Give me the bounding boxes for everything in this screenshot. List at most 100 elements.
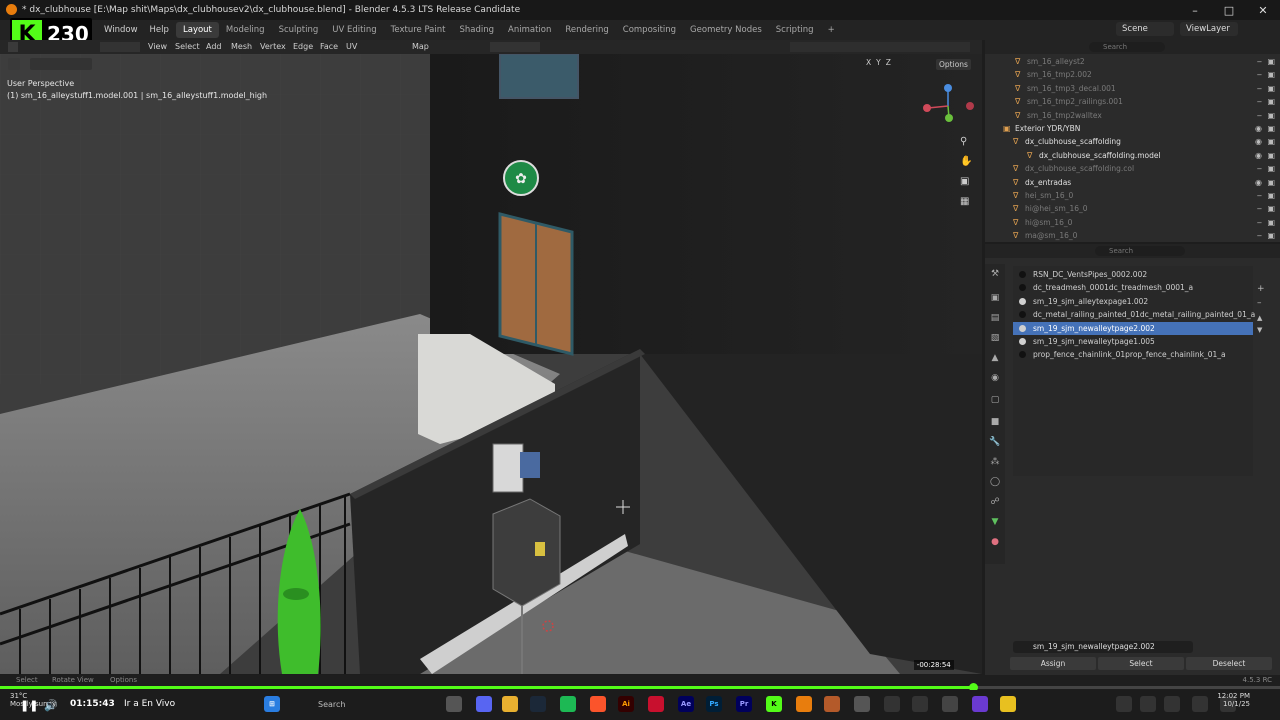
fullscreen-icon[interactable] bbox=[1192, 696, 1208, 712]
tab-shading[interactable]: Shading bbox=[452, 22, 501, 38]
render-camera-icon[interactable]: ▣ bbox=[1267, 109, 1275, 122]
render-camera-icon[interactable]: ▣ bbox=[1267, 202, 1275, 215]
render-tab-icon[interactable]: ▣ bbox=[989, 292, 1001, 304]
outliner-row[interactable]: ∇ sm_16_tmp2.002 ‒ ▣ bbox=[985, 68, 1280, 81]
render-camera-icon[interactable]: ▣ bbox=[1267, 122, 1275, 135]
tab-modeling[interactable]: Modeling bbox=[219, 22, 272, 38]
tab-uv-editing[interactable]: UV Editing bbox=[325, 22, 383, 38]
view-layer-field[interactable]: ViewLayer bbox=[1180, 22, 1238, 36]
remove-slot-icon[interactable]: – bbox=[1257, 298, 1262, 308]
steam-icon[interactable] bbox=[530, 696, 546, 712]
material-slot-row[interactable]: RSN_DC_VentsPipes_0002.002 bbox=[1013, 268, 1253, 281]
outliner-row[interactable]: ∇ hei_sm_16_0 ‒ ▣ bbox=[985, 189, 1280, 202]
material-slot-row[interactable]: prop_fence_chainlink_01prop_fence_chainl… bbox=[1013, 348, 1253, 361]
task-view-icon[interactable] bbox=[446, 696, 462, 712]
app-icon-2[interactable] bbox=[854, 696, 870, 712]
physics-tab-icon[interactable]: ◯ bbox=[989, 476, 1001, 488]
constraints-tab-icon[interactable]: ☍ bbox=[989, 496, 1001, 508]
outliner-row[interactable]: ∇ sm_16_tmp2_railings.001 ‒ ▣ bbox=[985, 95, 1280, 108]
visibility-eye-icon[interactable]: ‒ bbox=[1257, 82, 1262, 95]
tray-icon-1[interactable] bbox=[1116, 696, 1132, 712]
outliner-row[interactable]: ∇ hi@sm_16_0 ‒ ▣ bbox=[985, 216, 1280, 229]
spotify-icon[interactable] bbox=[560, 696, 576, 712]
app-icon-5[interactable] bbox=[972, 696, 988, 712]
visibility-eye-icon[interactable]: ◉ bbox=[1255, 149, 1262, 162]
3d-viewport[interactable]: ✿ User Perspective (1) sm_16_alleystuff1… bbox=[0, 54, 982, 674]
windows-start-icon[interactable]: ⊞ bbox=[264, 696, 280, 712]
render-camera-icon[interactable]: ▣ bbox=[1267, 135, 1275, 148]
outliner-row[interactable]: ▣ Exterior YDR/YBN ◉ ▣ bbox=[985, 122, 1280, 135]
axis-y-toggle[interactable]: Y bbox=[876, 58, 881, 67]
shading-mode-icons[interactable] bbox=[790, 42, 970, 52]
menu-mesh[interactable]: Mesh bbox=[231, 42, 252, 51]
outliner-row[interactable]: ∇ dx_clubhouse_scaffolding ◉ ▣ bbox=[985, 135, 1280, 148]
close-icon[interactable]: ✕ bbox=[1246, 0, 1280, 20]
tab-compositing[interactable]: Compositing bbox=[616, 22, 683, 38]
deselect-button[interactable]: Deselect bbox=[1186, 657, 1272, 670]
opera-icon[interactable] bbox=[648, 696, 664, 712]
discord-icon[interactable] bbox=[476, 696, 492, 712]
axis-z-toggle[interactable]: Z bbox=[886, 58, 891, 67]
material-tab-icon[interactable]: ● bbox=[989, 536, 1001, 548]
scene-field[interactable]: Scene bbox=[1116, 22, 1174, 36]
photoshop-icon[interactable]: Ps bbox=[706, 696, 722, 712]
render-camera-icon[interactable]: ▣ bbox=[1267, 189, 1275, 202]
material-slot-row[interactable]: sm_19_sjm_newalleytpage2.002 bbox=[1013, 321, 1253, 335]
navigation-gizmo[interactable] bbox=[918, 82, 974, 138]
app-icon-3[interactable] bbox=[884, 696, 900, 712]
options-dropdown[interactable]: Options bbox=[936, 59, 971, 70]
outliner-row[interactable]: ∇ ma@sm_16_0 ‒ ▣ bbox=[985, 229, 1280, 242]
menu-uv[interactable]: UV bbox=[346, 42, 357, 51]
tab-animation[interactable]: Animation bbox=[501, 22, 558, 38]
select-button[interactable]: Select bbox=[1098, 657, 1184, 670]
go-live-button[interactable]: Ir a En Vivo bbox=[124, 699, 175, 709]
tab-sculpting[interactable]: Sculpting bbox=[272, 22, 326, 38]
outliner-row[interactable]: ∇ sm_16_tmp2walltex ‒ ▣ bbox=[985, 109, 1280, 122]
maximize-icon[interactable]: □ bbox=[1212, 0, 1246, 20]
ortho-grid-icon[interactable]: ▦ bbox=[960, 196, 969, 207]
render-camera-icon[interactable]: ▣ bbox=[1267, 55, 1275, 68]
render-camera-icon[interactable]: ▣ bbox=[1267, 95, 1275, 108]
terminal-icon[interactable] bbox=[942, 696, 958, 712]
outliner-row[interactable]: ∇ hi@hei_sm_16_0 ‒ ▣ bbox=[985, 202, 1280, 215]
add-slot-icon[interactable]: + bbox=[1257, 284, 1265, 294]
menu-vertex[interactable]: Vertex bbox=[260, 42, 286, 51]
app-icon-4[interactable] bbox=[912, 696, 928, 712]
material-slot-row[interactable]: sm_19_sjm_alleytexpage1.002 bbox=[1013, 295, 1253, 308]
brave-icon[interactable] bbox=[590, 696, 606, 712]
tool-tab-icon[interactable]: ⚒ bbox=[989, 268, 1001, 280]
editor-type-icon[interactable] bbox=[8, 42, 18, 52]
outliner-row[interactable]: ∇ sm_16_alleyst2 ‒ ▣ bbox=[985, 55, 1280, 68]
render-camera-icon[interactable]: ▣ bbox=[1267, 229, 1275, 242]
visibility-eye-icon[interactable]: ‒ bbox=[1257, 189, 1262, 202]
collection-tab-icon[interactable]: ▢ bbox=[989, 394, 1001, 406]
visibility-eye-icon[interactable]: ‒ bbox=[1257, 229, 1262, 242]
visibility-eye-icon[interactable]: ‒ bbox=[1257, 162, 1262, 175]
menu-add[interactable]: Add bbox=[206, 42, 222, 51]
after-effects-icon[interactable]: Ae bbox=[678, 696, 694, 712]
visibility-eye-icon[interactable]: ‒ bbox=[1257, 68, 1262, 81]
taskbar-search-input[interactable]: Search bbox=[292, 697, 412, 712]
minimize-icon[interactable]: – bbox=[1178, 0, 1212, 20]
snapping-icons[interactable] bbox=[490, 42, 540, 52]
add-workspace-button[interactable]: + bbox=[821, 22, 842, 38]
visibility-eye-icon[interactable]: ‒ bbox=[1257, 109, 1262, 122]
render-camera-icon[interactable]: ▣ bbox=[1267, 176, 1275, 189]
tray-icon-2[interactable] bbox=[1140, 696, 1156, 712]
outliner-row[interactable]: ∇ dx_clubhouse_scaffolding.model ◉ ▣ bbox=[985, 149, 1280, 162]
tab-layout[interactable]: Layout bbox=[176, 22, 219, 38]
volume-icon[interactable]: 🔊 bbox=[44, 699, 58, 712]
visibility-eye-icon[interactable]: ‒ bbox=[1257, 95, 1262, 108]
world-tab-icon[interactable]: ◉ bbox=[989, 372, 1001, 384]
select-mode-icons[interactable] bbox=[100, 42, 140, 52]
move-down-icon[interactable]: ▼ bbox=[1257, 326, 1262, 334]
modifier-tab-icon[interactable]: 🔧 bbox=[989, 436, 1001, 448]
system-clock[interactable]: 12:02 PM 10/1/25 bbox=[1217, 692, 1250, 708]
blender-taskbar-icon[interactable] bbox=[796, 696, 812, 712]
visibility-eye-icon[interactable]: ◉ bbox=[1255, 176, 1262, 189]
pause-icon[interactable]: ❚❚ bbox=[20, 699, 38, 712]
tab-rendering[interactable]: Rendering bbox=[558, 22, 615, 38]
render-camera-icon[interactable]: ▣ bbox=[1267, 82, 1275, 95]
material-slot-row[interactable]: dc_metal_railing_painted_01dc_metal_rail… bbox=[1013, 308, 1255, 321]
pan-hand-icon[interactable]: ✋ bbox=[960, 156, 972, 167]
